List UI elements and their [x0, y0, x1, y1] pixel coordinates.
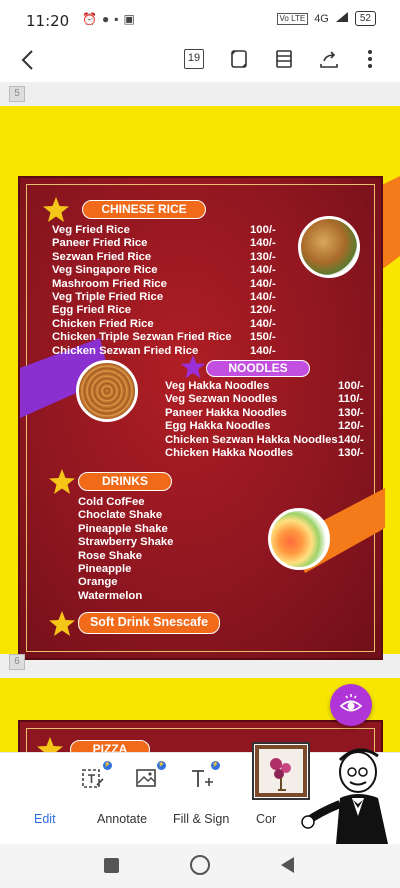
noodle-item-price: 110/- — [338, 393, 364, 406]
gallery-icon: ▣ — [123, 12, 140, 26]
drink-item-name: Pineapple — [78, 563, 132, 575]
read-aloud-fab[interactable] — [330, 684, 372, 726]
network-label: 4G — [314, 12, 329, 25]
rice-item-name: Egg Fried Rice — [52, 304, 132, 317]
star-icon — [43, 197, 69, 222]
tool-convert-label[interactable]: Cor — [256, 812, 276, 826]
rice-item-name: Paneer Fried Rice — [52, 237, 148, 250]
annotate-image-icon[interactable]: ⚡ — [134, 761, 166, 791]
drinks-title: DRINKS — [78, 472, 172, 491]
rice-item-price: 140/- — [250, 317, 276, 330]
rice-item-price: 130/- — [250, 250, 276, 263]
rice-item-price: 140/- — [250, 277, 276, 290]
tool-edit-label[interactable]: Edit — [34, 812, 56, 826]
document-view[interactable]: 5 CHINESE RICE NOODLES DRINKS Soft Drink… — [0, 82, 400, 752]
rice-item-name: Veg Triple Fried Rice — [52, 291, 164, 303]
signal-icon — [335, 11, 349, 26]
soft-drink-title: Soft Drink Snescafe — [78, 612, 220, 634]
drink-item-name: Pineapple Shake — [78, 522, 168, 535]
drink-item-name: Cold CofFee — [78, 496, 145, 508]
fill-sign-badge-icon: ⚡ — [211, 761, 220, 770]
recents-button[interactable] — [104, 858, 119, 873]
noodle-item-price: 130/- — [338, 447, 364, 459]
rice-item-price: 150/- — [250, 331, 276, 344]
star-soft-drink-icon — [49, 611, 75, 636]
fried-rice-image — [298, 216, 360, 278]
star-drinks-icon — [49, 469, 75, 494]
status-notification-icons: ⏰●▪▣ — [82, 12, 140, 26]
battery-icon: 52 — [354, 11, 376, 26]
back-button[interactable] — [280, 856, 296, 874]
rice-item-price: 140/- — [250, 264, 276, 277]
drink-item-name: Orange — [78, 576, 118, 589]
noodle-item-price: 100/- — [338, 380, 364, 392]
noodle-item-name: Paneer Hakka Noodles — [165, 406, 287, 419]
drink-item-name: Choclate Shake — [78, 509, 163, 522]
chinese-rice-title: CHINESE RICE — [82, 200, 206, 219]
rice-item-price: 120/- — [250, 304, 276, 317]
tool-annotate-label[interactable]: Annotate — [97, 812, 147, 826]
drink-item-name: Strawberry Shake — [78, 536, 174, 549]
noodle-item-name: Veg Hakka Noodles — [165, 380, 270, 392]
waiter-cartoon-sticker — [301, 748, 388, 844]
volte-icon: Vo LTE — [276, 12, 309, 25]
edit-badge-icon: ⚡ — [103, 761, 112, 770]
page-layout-icon[interactable] — [273, 48, 295, 70]
star-pizza-icon — [37, 737, 63, 752]
rice-item-name: Veg Fried Rice — [52, 224, 130, 236]
noodle-item-name: Chicken Hakka Noodles — [165, 447, 294, 459]
top-toolbar: 19 — [0, 40, 400, 82]
system-nav-bar — [0, 844, 400, 888]
rice-item-name: Chicken Sezwan Fried Rice — [52, 344, 199, 357]
home-button[interactable] — [190, 855, 210, 875]
share-icon[interactable] — [318, 48, 340, 70]
edit-text-icon[interactable]: ⚡ — [80, 761, 112, 791]
status-right: Vo LTE 4G 52 — [276, 11, 376, 26]
rice-item-name: Chicken Fried Rice — [52, 317, 154, 330]
menu-card: CHINESE RICE NOODLES DRINKS Soft Drink S… — [18, 176, 385, 660]
back-arrow-icon[interactable] — [14, 46, 42, 74]
noodles-image — [76, 360, 138, 422]
pizza-title: PIZZA — [70, 740, 150, 752]
eye-sparkle-icon — [339, 694, 363, 712]
noodle-item-name: Veg Sezwan Noodles — [165, 393, 278, 406]
tool-fill-sign-label[interactable]: Fill & Sign — [173, 812, 229, 826]
noodle-item-name: Egg Hakka Noodles — [165, 420, 271, 433]
page-count-icon[interactable]: 19 — [184, 49, 204, 69]
page-number-label: 6 — [9, 654, 25, 670]
status-time: 11:20 — [26, 12, 70, 30]
noodle-item-name: Chicken Sezwan Hakka Noodles — [165, 433, 338, 446]
rice-item-name: Chicken Triple Sezwan Fried Rice — [52, 331, 232, 344]
status-bar: 11:20 ⏰●▪▣ Vo LTE 4G 52 — [0, 0, 400, 40]
noodle-item-price: 120/- — [338, 420, 364, 433]
drinks-image — [268, 508, 330, 570]
rice-item-price: 100/- — [250, 224, 276, 236]
alarm-icon: ⏰ — [82, 12, 102, 26]
reading-mode-icon[interactable] — [228, 48, 250, 70]
noodles-title: NOODLES — [206, 360, 310, 377]
rice-item-name: Mashroom Fried Rice — [52, 277, 167, 290]
page-number-label: 5 — [9, 86, 25, 102]
rice-item-price: 140/- — [250, 291, 276, 303]
rice-item-name: Veg Singapore Rice — [52, 264, 158, 277]
chat-icon: ● — [101, 12, 115, 26]
drink-item-name: Watermelon — [78, 589, 143, 602]
annotate-badge-icon: ⚡ — [157, 761, 166, 770]
noodle-item-price: 140/- — [338, 433, 364, 446]
fill-sign-icon[interactable]: ⚡ — [188, 761, 220, 791]
menu-page-5: CHINESE RICE NOODLES DRINKS Soft Drink S… — [0, 106, 400, 660]
rice-item-price: 140/- — [250, 237, 276, 250]
drink-item-name: Rose Shake — [78, 549, 143, 562]
rice-item-name: Sezwan Fried Rice — [52, 250, 152, 263]
more-options-icon[interactable] — [366, 48, 388, 70]
noodle-item-price: 130/- — [338, 406, 364, 419]
pdf-viewer-screen: { "status_bar": { "time": "11:20", "left… — [0, 0, 400, 888]
rice-item-price: 140/- — [250, 344, 276, 357]
